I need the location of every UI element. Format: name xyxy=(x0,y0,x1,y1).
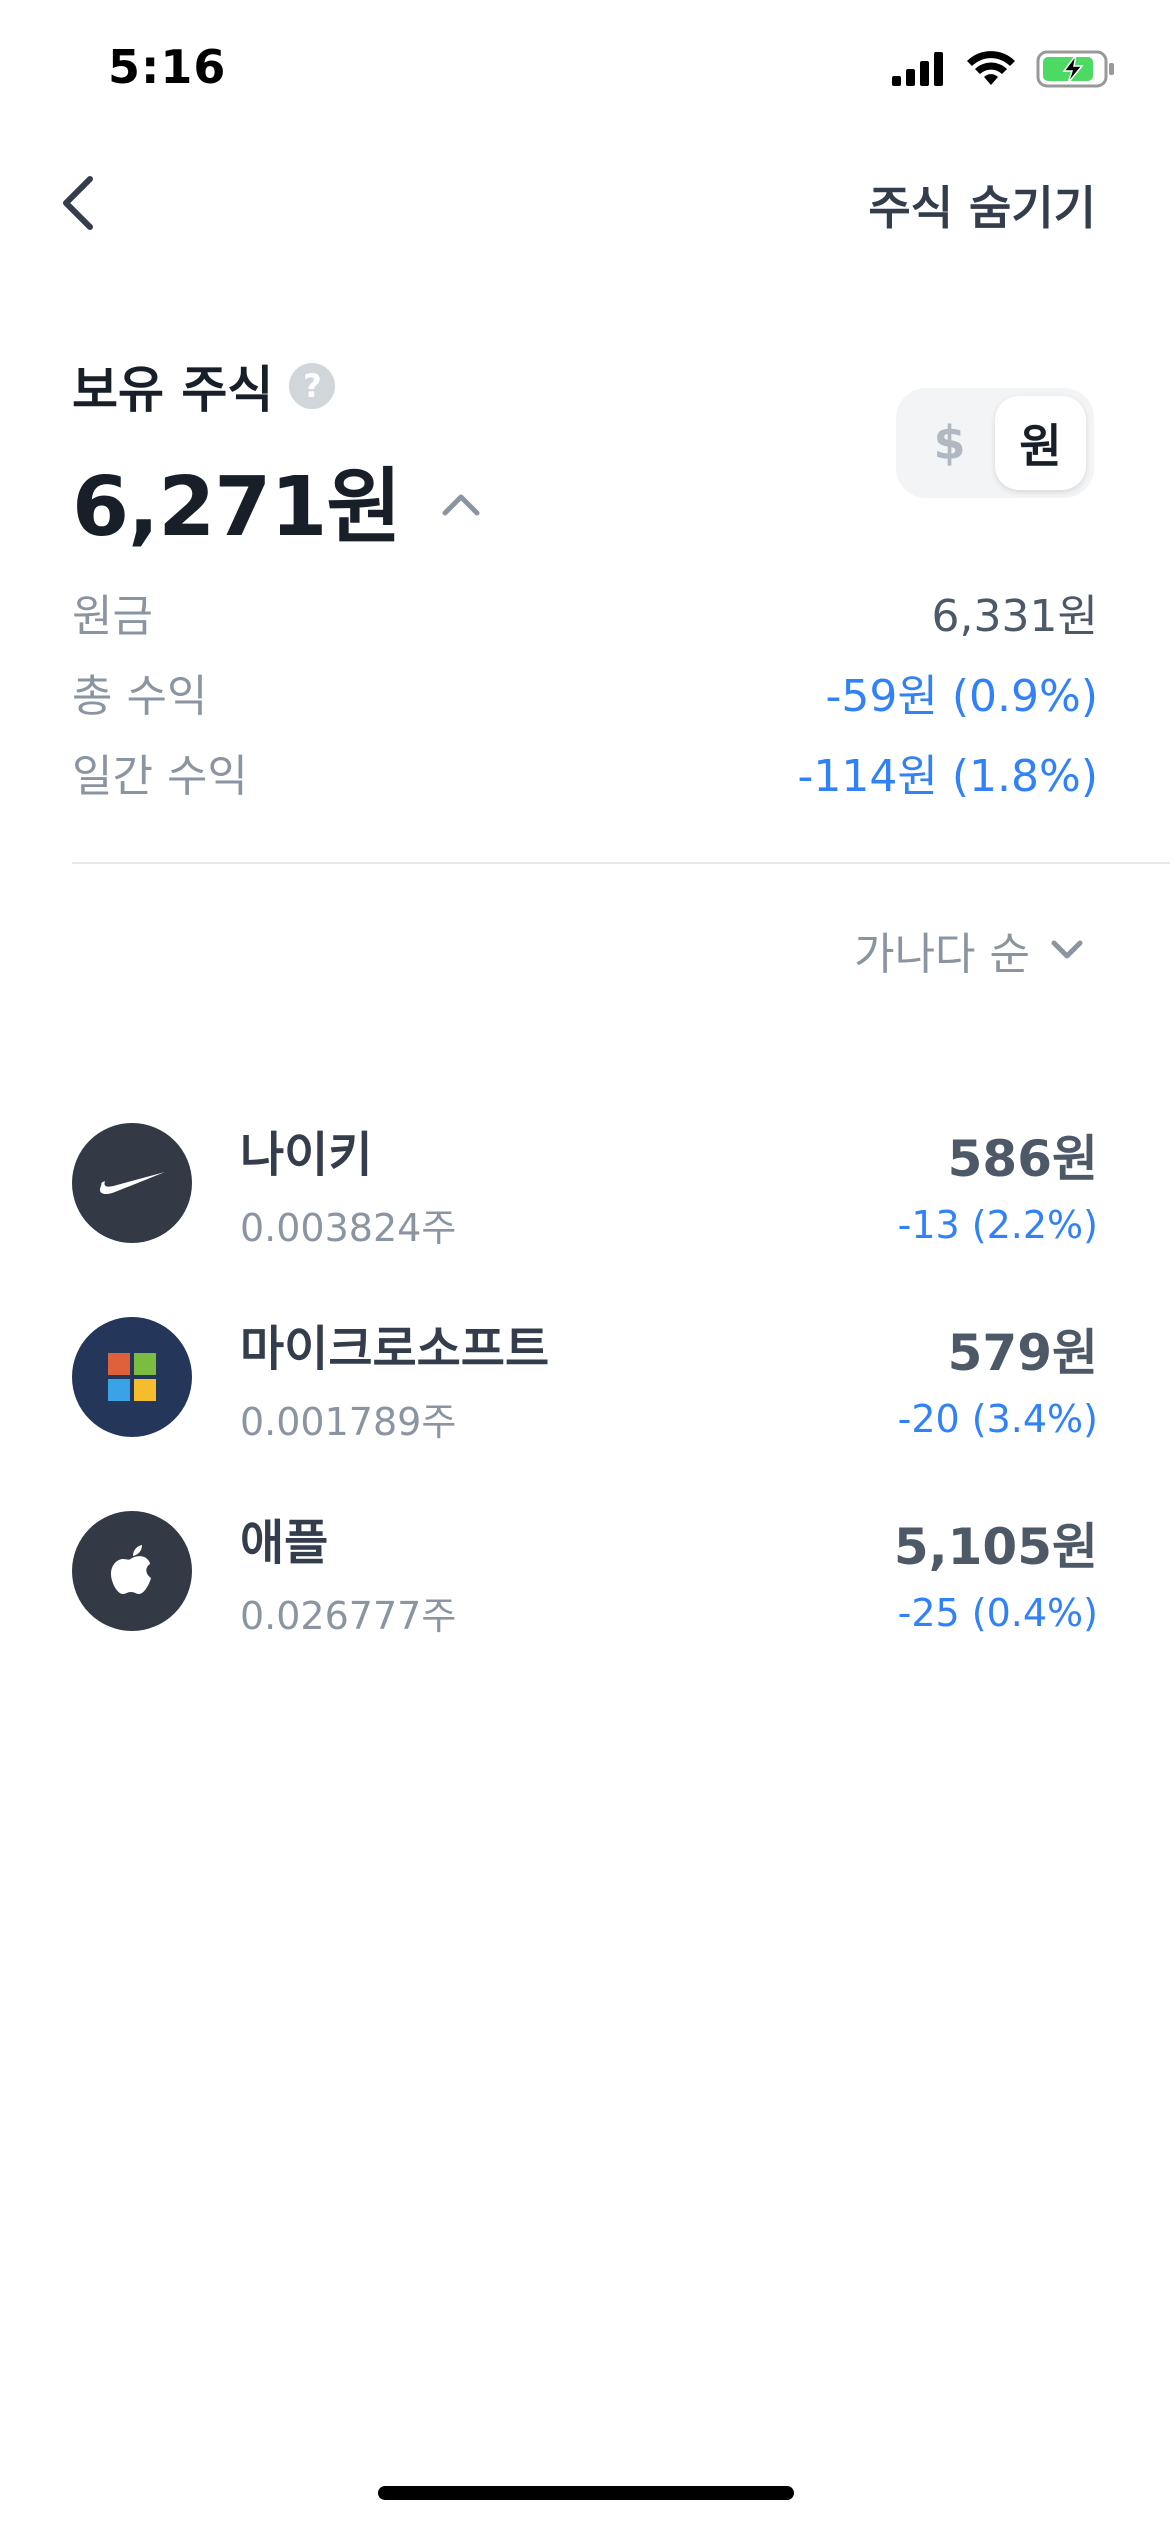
stock-values: 586원 -13 (2.2%) xyxy=(898,1119,1098,1247)
currency-krw-option[interactable]: 원 xyxy=(995,396,1086,490)
cellular-signal-icon xyxy=(892,52,943,86)
stock-name: 애플 xyxy=(240,1514,329,1571)
total-profit-value: -59원 (0.9%) xyxy=(825,671,1098,722)
currency-usd-option[interactable]: $ xyxy=(904,396,995,490)
stock-price: 5,105원 xyxy=(893,1518,1098,1576)
nike-logo-icon xyxy=(72,1123,192,1243)
daily-profit-label: 일간 수익 xyxy=(72,751,248,802)
currency-toggle[interactable]: $ 원 xyxy=(896,388,1094,498)
stock-info: 애플 0.026777주 xyxy=(240,1503,894,1640)
stock-change: -13 (2.2%) xyxy=(897,1203,1098,1247)
apple-logo-icon xyxy=(72,1511,192,1631)
back-button[interactable] xyxy=(48,168,108,238)
wifi-icon xyxy=(967,51,1015,85)
stock-price: 586원 xyxy=(947,1130,1098,1188)
sort-dropdown[interactable]: 가나다 순 xyxy=(854,918,1084,982)
stock-price: 579원 xyxy=(947,1324,1098,1382)
microsoft-logo-icon xyxy=(72,1317,192,1437)
stock-row-microsoft[interactable]: 마이크로소프트 0.001789주 579원 -20 (3.4%) xyxy=(72,1302,1098,1452)
chevron-down-icon xyxy=(1051,940,1083,959)
help-icon[interactable]: ? xyxy=(289,363,336,409)
sort-label: 가나다 순 xyxy=(854,929,1030,980)
status-icons xyxy=(892,50,1116,88)
stock-info: 나이키 0.003824주 xyxy=(240,1115,898,1252)
stock-values: 579원 -20 (3.4%) xyxy=(898,1313,1098,1441)
stock-name: 마이크로소프트 xyxy=(240,1320,550,1377)
divider xyxy=(72,862,1170,864)
stock-info: 마이크로소프트 0.001789주 xyxy=(240,1309,898,1446)
total-value-amount: 6,271원 xyxy=(72,460,402,555)
daily-profit-row: 일간 수익 -114원 (1.8%) xyxy=(72,740,1098,804)
stock-shares: 0.001789주 xyxy=(240,1399,457,1444)
total-profit-row: 총 수익 -59원 (0.9%) xyxy=(72,660,1098,724)
stock-shares: 0.003824주 xyxy=(240,1205,457,1250)
status-time: 5:16 xyxy=(108,40,227,94)
hide-stocks-button[interactable]: 주식 숨기기 xyxy=(868,172,1096,238)
chevron-up-icon xyxy=(442,494,480,515)
stock-shares: 0.026777주 xyxy=(240,1593,457,1638)
battery-charging-icon xyxy=(1036,50,1114,88)
stock-change: -20 (3.4%) xyxy=(897,1397,1098,1441)
total-profit-label: 총 수익 xyxy=(72,671,208,722)
daily-profit-value: -114원 (1.8%) xyxy=(797,751,1098,802)
principal-value: 6,331원 xyxy=(931,591,1098,642)
stock-values: 5,105원 -25 (0.4%) xyxy=(894,1507,1098,1635)
home-indicator[interactable] xyxy=(378,2486,794,2500)
principal-label: 원금 xyxy=(72,591,153,642)
principal-row: 원금 6,331원 xyxy=(72,580,1098,644)
total-value[interactable]: 6,271원 xyxy=(72,440,481,559)
stock-change: -25 (0.4%) xyxy=(897,1591,1098,1635)
stock-row-apple[interactable]: 애플 0.026777주 5,105원 -25 (0.4%) xyxy=(72,1496,1098,1646)
stock-name: 나이키 xyxy=(240,1126,373,1183)
holdings-title-label: 보유 주식 xyxy=(72,361,274,419)
holdings-title: 보유 주식 ? xyxy=(72,350,336,422)
stock-row-nike[interactable]: 나이키 0.003824주 586원 -13 (2.2%) xyxy=(72,1108,1098,1258)
chevron-left-icon xyxy=(63,176,93,230)
